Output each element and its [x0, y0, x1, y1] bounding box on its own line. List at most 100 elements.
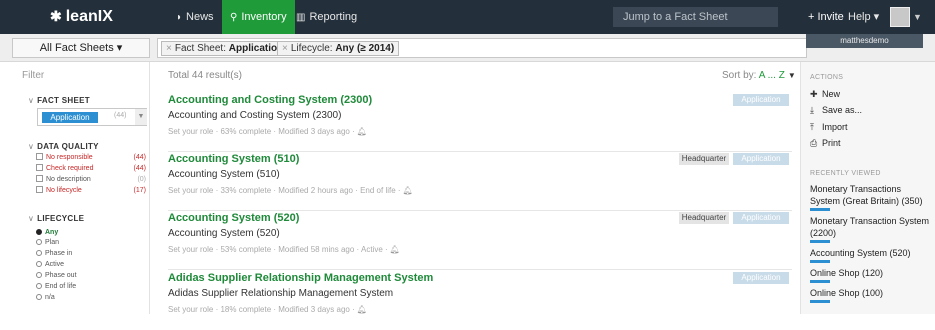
result-title-link[interactable]: Adidas Supplier Relationship Management …: [168, 272, 433, 284]
filter-chip-fact-sheet[interactable]: × Fact Sheet: Application: [161, 41, 289, 56]
dq-count: (44): [133, 165, 146, 172]
download-icon: ⤓: [810, 105, 814, 115]
nav-reporting[interactable]: ▥ Reporting: [288, 0, 365, 34]
radio[interactable]: [36, 283, 42, 289]
result-subtitle: Adidas Supplier Relationship Management …: [168, 288, 394, 299]
result-title-link[interactable]: Accounting and Costing System (2300): [168, 94, 372, 106]
lifecycle-label: Phase out: [45, 272, 77, 279]
meta-text: Set your role · 18% complete · Modified …: [168, 305, 355, 314]
type-badge: Application: [733, 212, 789, 224]
username-label: matthesdemo: [806, 34, 923, 48]
recently-viewed-heading: RECENTLY VIEWED: [810, 170, 881, 177]
sort-by-dropdown[interactable]: Sort by: A ... Z ▼: [722, 70, 796, 81]
result-subtitle: Accounting System (510): [168, 169, 280, 180]
meta-text: Set your role · 63% complete · Modified …: [168, 127, 355, 136]
action-import[interactable]: ⤒ Import: [810, 122, 848, 133]
jump-to-fact-sheet-input[interactable]: Jump to a Fact Sheet: [613, 7, 778, 27]
lifecycle-option-na[interactable]: n/a: [36, 293, 55, 303]
bell-icon[interactable]: 🔔︎: [390, 245, 400, 254]
recent-item-link[interactable]: Online Shop (120): [810, 267, 930, 279]
dq-label: No lifecycle: [46, 187, 82, 194]
leanix-logo[interactable]: ✱ leanIX: [50, 8, 113, 26]
radio[interactable]: [36, 272, 42, 278]
result-item: Accounting System (510) Accounting Syste…: [168, 153, 792, 211]
recent-item-link[interactable]: Online Shop (100): [810, 287, 930, 299]
fact-sheet-section-toggle[interactable]: ∨ FACT SHEET: [28, 96, 90, 105]
dq-label: Check required: [46, 165, 94, 172]
lifecycle-option-active[interactable]: Active: [36, 260, 64, 270]
lifecycle-label: Plan: [45, 239, 60, 246]
bell-icon[interactable]: 🔔︎: [357, 305, 367, 314]
checkbox[interactable]: [36, 186, 43, 193]
dq-no-lifecycle[interactable]: No lifecycle (17): [36, 186, 146, 196]
completion-bar: [810, 260, 830, 263]
dq-check-required[interactable]: Check required (44): [36, 164, 146, 174]
radio[interactable]: [36, 229, 42, 235]
logo-text: leanIX: [65, 8, 113, 25]
nav-inventory[interactable]: ⚲ Inventory: [222, 0, 295, 34]
chip-value: Any (≥ 2014): [335, 43, 395, 54]
chevron-down-icon[interactable]: ▼: [913, 0, 922, 34]
lifecycle-option-any[interactable]: Any: [36, 228, 58, 238]
radio[interactable]: [36, 250, 42, 256]
lifecycle-section-toggle[interactable]: ∨ LIFECYCLE: [28, 214, 84, 223]
dq-count: (44): [133, 154, 146, 161]
completion-bar: [810, 280, 830, 283]
checkbox[interactable]: [36, 164, 43, 171]
sort-value: A ... Z: [758, 70, 785, 81]
rss-icon: ◗: [176, 12, 183, 23]
search-icon: ⚲: [230, 12, 238, 23]
type-count: (44): [114, 112, 127, 119]
result-title-link[interactable]: Accounting System (510): [168, 153, 299, 165]
meta-text: Set your role · 33% complete · Modified …: [168, 186, 401, 195]
chip-prefix: Fact Sheet:: [174, 43, 226, 54]
caret-down-icon: ▼: [787, 71, 796, 80]
active-filters-box[interactable]: × Fact Sheet: Application × Lifecycle: Any…: [157, 38, 807, 58]
chevron-down-icon[interactable]: ▼: [135, 109, 147, 125]
lifecycle-option-plan[interactable]: Plan: [36, 238, 59, 248]
recent-item-link[interactable]: Monetary Transaction System (2200): [810, 215, 930, 239]
user-avatar[interactable]: [890, 7, 910, 27]
lifecycle-option-phase-out[interactable]: Phase out: [36, 271, 77, 281]
fact-sheet-type-select[interactable]: Application (44) ▼: [37, 108, 147, 126]
help-menu[interactable]: Help ▾: [848, 0, 879, 34]
action-save-as[interactable]: ⤓ Save as...: [810, 105, 862, 116]
plus-icon: ✚: [810, 89, 818, 99]
radio[interactable]: [36, 294, 42, 300]
remove-icon[interactable]: ×: [282, 43, 288, 54]
lifecycle-label: n/a: [45, 294, 55, 301]
lifecycle-option-phase-in[interactable]: Phase in: [36, 249, 72, 259]
checkbox[interactable]: [36, 175, 43, 182]
filter-heading: Filter: [22, 70, 45, 81]
type-badge: Application: [733, 153, 789, 165]
recent-item-link[interactable]: Monetary Transactions System (Great Brit…: [810, 183, 930, 207]
dq-no-description[interactable]: No description (0): [36, 175, 146, 185]
dq-no-responsible[interactable]: No responsible (44): [36, 153, 146, 163]
type-badge: Application: [733, 94, 789, 106]
dq-count: (17): [133, 187, 146, 194]
result-item: Accounting and Costing System (2300) Acc…: [168, 94, 792, 152]
result-title-link[interactable]: Accounting System (520): [168, 212, 299, 224]
recent-item-link[interactable]: Accounting System (520): [810, 247, 930, 259]
nav-news[interactable]: ◗ News: [168, 0, 222, 34]
top-navbar: [0, 0, 935, 34]
section-title: FACT SHEET: [37, 96, 90, 105]
nav-inventory-label: Inventory: [241, 11, 287, 23]
filter-chip-lifecycle[interactable]: × Lifecycle: Any (≥ 2014): [277, 41, 400, 56]
action-new[interactable]: ✚ New: [810, 89, 840, 100]
actions-heading: ACTIONS: [810, 74, 844, 81]
remove-icon[interactable]: ×: [166, 43, 172, 54]
result-meta: Set your role · 33% complete · Modified …: [168, 186, 413, 195]
all-fact-sheets-dropdown[interactable]: All Fact Sheets ▾: [12, 38, 150, 58]
bell-icon[interactable]: 🔔︎: [403, 186, 413, 195]
checkbox[interactable]: [36, 153, 43, 160]
bell-icon[interactable]: 🔔︎: [357, 127, 367, 136]
completion-bar: [810, 208, 830, 211]
data-quality-section-toggle[interactable]: ∨ DATA QUALITY: [28, 142, 99, 151]
radio[interactable]: [36, 239, 42, 245]
action-print[interactable]: ⎙ Print: [810, 138, 841, 149]
radio[interactable]: [36, 261, 42, 267]
lifecycle-option-end-of-life[interactable]: End of life: [36, 282, 76, 292]
invite-button[interactable]: + Invite: [808, 0, 844, 34]
chevron-down-icon: ∨: [28, 214, 35, 223]
